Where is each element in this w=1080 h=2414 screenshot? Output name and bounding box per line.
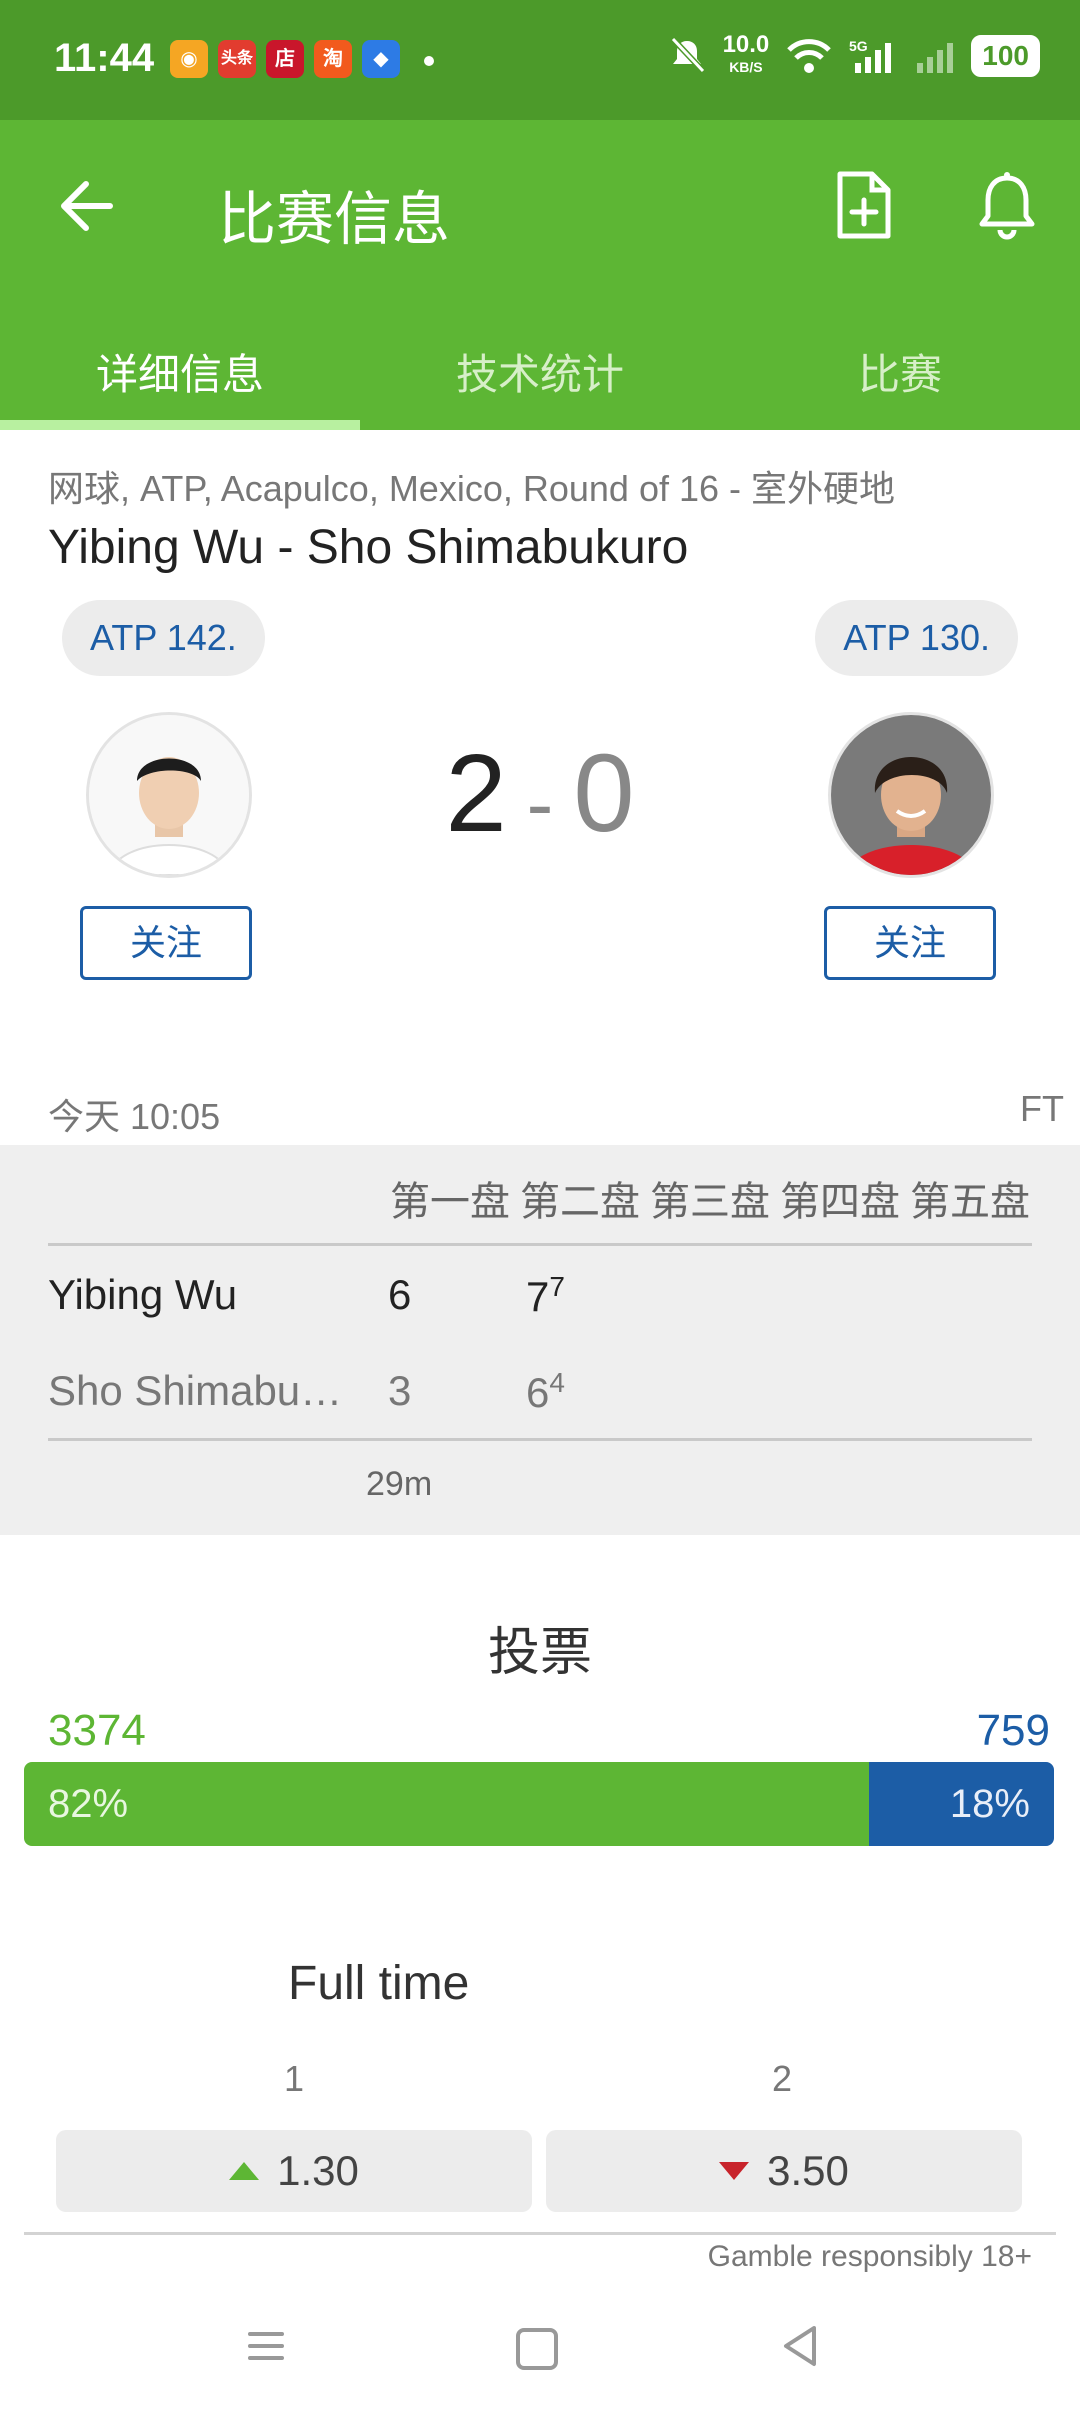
browser-icon: ◆ <box>362 40 400 78</box>
match-score: 2-0 <box>0 730 1080 857</box>
odds-away-label: 2 <box>772 2058 793 2099</box>
away-vote-segment[interactable]: 18% <box>868 1762 1054 1846</box>
tiebreak-score: 7 <box>549 1271 565 1302</box>
set-duration: 29m <box>366 1465 433 1503</box>
nav-back-icon[interactable] <box>780 2324 820 2368</box>
vote-title: 投票 <box>487 1624 592 1682</box>
table-divider <box>48 1243 1032 1246</box>
away-vote-count: 759 <box>976 1706 1050 1755</box>
home-vote-count: 3374 <box>48 1706 146 1755</box>
set2-score: 64 <box>526 1367 565 1417</box>
bell-icon[interactable] <box>976 170 1038 240</box>
follow-away-button[interactable]: 关注 <box>824 906 996 980</box>
system-icons: 10.0 KB/S 5G 100 <box>669 31 1040 78</box>
toutiao-icon: 头条 <box>218 40 256 78</box>
set-header: 第一盘 <box>390 1180 510 1224</box>
set-header: 第二盘 <box>520 1180 640 1224</box>
player-name: Yibing Wu <box>48 1271 238 1318</box>
app-bar: 比赛信息 详细信息 技术统计 比赛 <box>0 120 1080 430</box>
taobao-icon: 淘 <box>314 40 352 78</box>
odds-home-button[interactable]: 1.30 <box>56 2130 532 2212</box>
score-separator: - <box>526 759 554 848</box>
home-rank-badge[interactable]: ATP 142. <box>62 600 265 676</box>
home-vote-segment[interactable]: 82% <box>24 1762 869 1846</box>
home-icon[interactable] <box>516 2328 558 2370</box>
player-name: Sho Shimabu… <box>48 1367 343 1414</box>
tiebreak-score: 4 <box>549 1367 565 1398</box>
net-speed-value: 10.0 <box>722 31 770 58</box>
odds-home-label: 1 <box>284 2058 305 2099</box>
notification-icons: ◉ 头条 店 淘 ◆ <box>170 40 400 78</box>
match-title: Yibing Wu - Sho Shimabukuro <box>48 521 689 574</box>
set2-games: 7 <box>526 1273 550 1320</box>
weibo-icon: ◉ <box>170 40 208 78</box>
set2-games: 6 <box>526 1369 550 1416</box>
tab-bar: 详细信息 技术统计 比赛 <box>0 320 1080 430</box>
set-header: 第三盘 <box>650 1180 770 1224</box>
more-notifications-dot <box>424 56 434 66</box>
clock: 11:44 <box>54 36 155 80</box>
table-row[interactable]: Yibing Wu 6 77 <box>48 1257 1032 1337</box>
signal-secondary-icon <box>917 43 954 73</box>
wifi-icon <box>787 39 832 73</box>
mute-icon <box>670 37 705 74</box>
svg-text:5G: 5G <box>849 38 868 54</box>
away-rank-badge[interactable]: ATP 130. <box>815 600 1018 676</box>
page-title: 比赛信息 <box>218 187 451 252</box>
net-speed-unit: KB/S <box>729 59 763 75</box>
section-divider <box>24 2232 1056 2235</box>
tab-details[interactable]: 详细信息 <box>0 320 360 430</box>
add-document-icon[interactable] <box>834 170 894 240</box>
battery-indicator: 100 <box>971 35 1040 77</box>
match-date: 今天 10:05 <box>48 1096 221 1137</box>
vote-bar[interactable]: 82% 18% <box>24 1762 1054 1846</box>
odds-title: Full time <box>288 1957 470 2010</box>
match-meta: 网球, ATP, Acapulco, Mexico, Round of 16 -… <box>48 468 896 509</box>
menu-icon[interactable] <box>246 2326 286 2366</box>
odds-up-icon <box>229 2162 260 2180</box>
set1-score: 3 <box>388 1367 412 1414</box>
follow-home-button[interactable]: 关注 <box>80 906 252 980</box>
status-bar: 11:44 ◉ 头条 店 淘 ◆ 10.0 KB/S 5G 100 <box>0 0 1080 120</box>
home-score: 2 <box>445 732 507 855</box>
table-row[interactable]: Sho Shimabu… 3 64 <box>48 1353 1032 1433</box>
tab-statistics[interactable]: 技术统计 <box>360 320 720 430</box>
odds-away-button[interactable]: 3.50 <box>546 2130 1022 2212</box>
tab-matches[interactable]: 比赛 <box>720 320 1080 430</box>
odds-down-icon <box>719 2162 750 2180</box>
gamble-disclaimer[interactable]: Gamble responsibly 18+ <box>708 2240 1032 2274</box>
odds-away-value: 3.50 <box>767 2147 849 2194</box>
table-divider <box>48 1438 1032 1441</box>
active-tab-indicator <box>0 420 360 430</box>
set-header: 第五盘 <box>910 1180 1030 1224</box>
set1-score: 6 <box>388 1271 412 1318</box>
away-score: 0 <box>573 732 635 855</box>
odds-home-value: 1.30 <box>277 2147 359 2194</box>
set-headers: 第一盘 第二盘 第三盘 第四盘 第五盘 <box>390 1169 1030 1227</box>
set-header: 第四盘 <box>780 1180 900 1224</box>
system-nav-bar <box>0 2294 1080 2414</box>
net-speed: 10.0 KB/S <box>722 31 770 78</box>
store-icon: 店 <box>266 40 304 78</box>
match-status: FT <box>1020 1088 1064 1129</box>
score-table: 第一盘 第二盘 第三盘 第四盘 第五盘 Yibing Wu 6 77 Sho S… <box>0 1145 1080 1535</box>
signal-5g-icon: 5G <box>849 38 892 73</box>
back-arrow-icon[interactable] <box>56 176 116 236</box>
set2-score: 77 <box>526 1271 565 1321</box>
